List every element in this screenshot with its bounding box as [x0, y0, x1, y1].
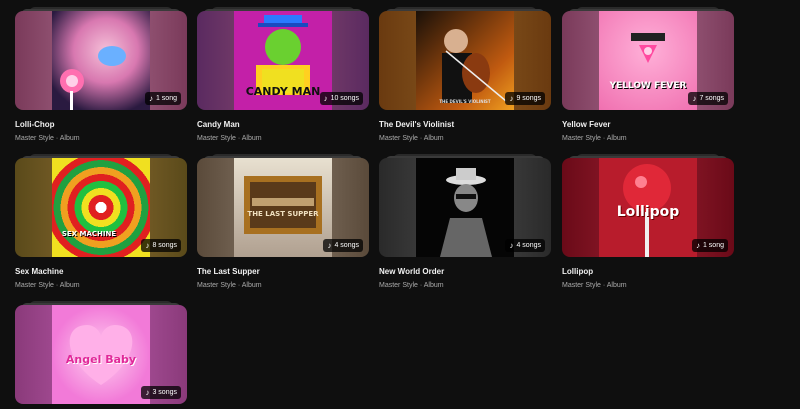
album-art: SEX MACHINE	[52, 158, 150, 257]
album-title[interactable]: The Devil's Violinist	[379, 120, 551, 129]
album-card-lolli-chop[interactable]: ♪ 1 song Lolli-Chop Master Style · Album	[15, 7, 187, 142]
song-count: 9 songs	[516, 95, 541, 102]
album-card-yellow-fever[interactable]: YELLOW FEVER ♪ 7 songs Yellow Fever Mast…	[562, 7, 734, 142]
album-title[interactable]: Candy Man	[197, 120, 369, 129]
album-meta: Master Style · Album	[15, 135, 80, 142]
song-count: 4 songs	[516, 242, 541, 249]
music-note-icon: ♪	[509, 241, 514, 250]
album-art: YELLOW FEVER	[599, 11, 697, 110]
album-thumbnail[interactable]: Angel Baby ♪ 3 songs	[15, 301, 187, 404]
album-art: Lollipop	[599, 158, 697, 257]
song-count: 1 song	[155, 95, 177, 102]
song-count-badge: ♪ 10 songs	[319, 92, 363, 105]
music-note-icon: ♪	[695, 241, 700, 250]
album-title[interactable]: New World Order	[379, 267, 551, 276]
song-count: 10 songs	[330, 95, 359, 102]
album-title[interactable]: Lollipop	[562, 267, 734, 276]
album-thumbnail[interactable]: ♪ 1 song	[15, 7, 187, 110]
album-thumbnail[interactable]: THE LAST SUPPER ♪ 4 songs	[197, 154, 369, 257]
album-art: THE DEVIL'S VIOLINIST	[416, 11, 514, 110]
album-title[interactable]: Lolli-Chop	[15, 120, 187, 129]
album-art-text: CANDY MAN	[245, 85, 321, 98]
song-count-badge: ♪ 8 songs	[141, 239, 181, 252]
album-thumbnail[interactable]: ♪ 4 songs	[379, 154, 551, 257]
album-art: CANDY MAN	[234, 11, 332, 110]
song-count-badge: ♪ 9 songs	[505, 92, 545, 105]
album-thumbnail[interactable]: CANDY MAN ♪ 10 songs	[197, 7, 369, 110]
album-art: THE LAST SUPPER	[234, 158, 332, 257]
song-count: 1 song	[702, 242, 724, 249]
album-card-devils-violinist[interactable]: THE DEVIL'S VIOLINIST ♪ 9 songs The Devi…	[379, 7, 551, 142]
album-title[interactable]: The Last Supper	[197, 267, 369, 276]
album-art-text: Lollipop	[616, 204, 680, 220]
music-note-icon: ♪	[145, 388, 150, 397]
album-art	[416, 158, 514, 257]
song-count-badge: ♪ 4 songs	[323, 239, 363, 252]
song-count-badge: ♪ 1 song	[691, 239, 728, 252]
song-count-badge: ♪ 3 songs	[141, 386, 181, 399]
album-art-text: YELLOW FEVER	[609, 81, 687, 91]
album-title[interactable]: Sex Machine	[15, 267, 187, 276]
album-card-lollipop[interactable]: Lollipop ♪ 1 song Lollipop Master Style …	[562, 154, 734, 289]
album-thumbnail[interactable]: THE DEVIL'S VIOLINIST ♪ 9 songs	[379, 7, 551, 110]
album-thumbnail[interactable]: SEX MACHINE ♪ 8 songs	[15, 154, 187, 257]
song-count-badge: ♪ 7 songs	[688, 92, 728, 105]
song-count-badge: ♪ 1 song	[144, 92, 181, 105]
album-meta: Master Style · Album	[562, 135, 627, 142]
music-note-icon: ♪	[323, 94, 328, 103]
song-count: 3 songs	[152, 389, 177, 396]
music-note-icon: ♪	[327, 241, 332, 250]
album-meta: Master Style · Album	[562, 282, 627, 289]
album-card-new-world-order[interactable]: ♪ 4 songs New World Order Master Style ·…	[379, 154, 551, 289]
album-meta: Master Style · Album	[197, 135, 262, 142]
album-thumbnail[interactable]: Lollipop ♪ 1 song	[562, 154, 734, 257]
album-card-last-supper[interactable]: THE LAST SUPPER ♪ 4 songs The Last Suppe…	[197, 154, 369, 289]
music-note-icon: ♪	[145, 241, 150, 250]
album-grid: ♪ 1 song Lolli-Chop Master Style · Album	[0, 0, 800, 409]
album-meta: Master Style · Album	[379, 282, 444, 289]
album-meta: Master Style · Album	[197, 282, 262, 289]
album-thumbnail[interactable]: YELLOW FEVER ♪ 7 songs	[562, 7, 734, 110]
song-count: 8 songs	[152, 242, 177, 249]
album-meta: Master Style · Album	[379, 135, 444, 142]
album-title[interactable]: Yellow Fever	[562, 120, 734, 129]
album-art-text: THE DEVIL'S VIOLINIST	[439, 99, 491, 104]
album-meta: Master Style · Album	[15, 282, 80, 289]
music-note-icon: ♪	[509, 94, 514, 103]
song-count: 7 songs	[699, 95, 724, 102]
music-note-icon: ♪	[692, 94, 697, 103]
music-note-icon: ♪	[148, 94, 153, 103]
album-art-text: SEX MACHINE	[61, 230, 117, 238]
album-card-sex-machine[interactable]: SEX MACHINE ♪ 8 songs Sex Machine Master…	[15, 154, 187, 289]
song-count: 4 songs	[334, 242, 359, 249]
song-count-badge: ♪ 4 songs	[505, 239, 545, 252]
album-art	[52, 11, 150, 110]
album-card-angel-baby[interactable]: Angel Baby ♪ 3 songs	[15, 301, 187, 404]
album-art-text: Angel Baby	[65, 353, 137, 366]
album-art-text: THE LAST SUPPER	[247, 210, 319, 218]
album-art: Angel Baby	[52, 305, 150, 404]
album-card-candy-man[interactable]: CANDY MAN ♪ 10 songs Candy Man Master St…	[197, 7, 369, 142]
